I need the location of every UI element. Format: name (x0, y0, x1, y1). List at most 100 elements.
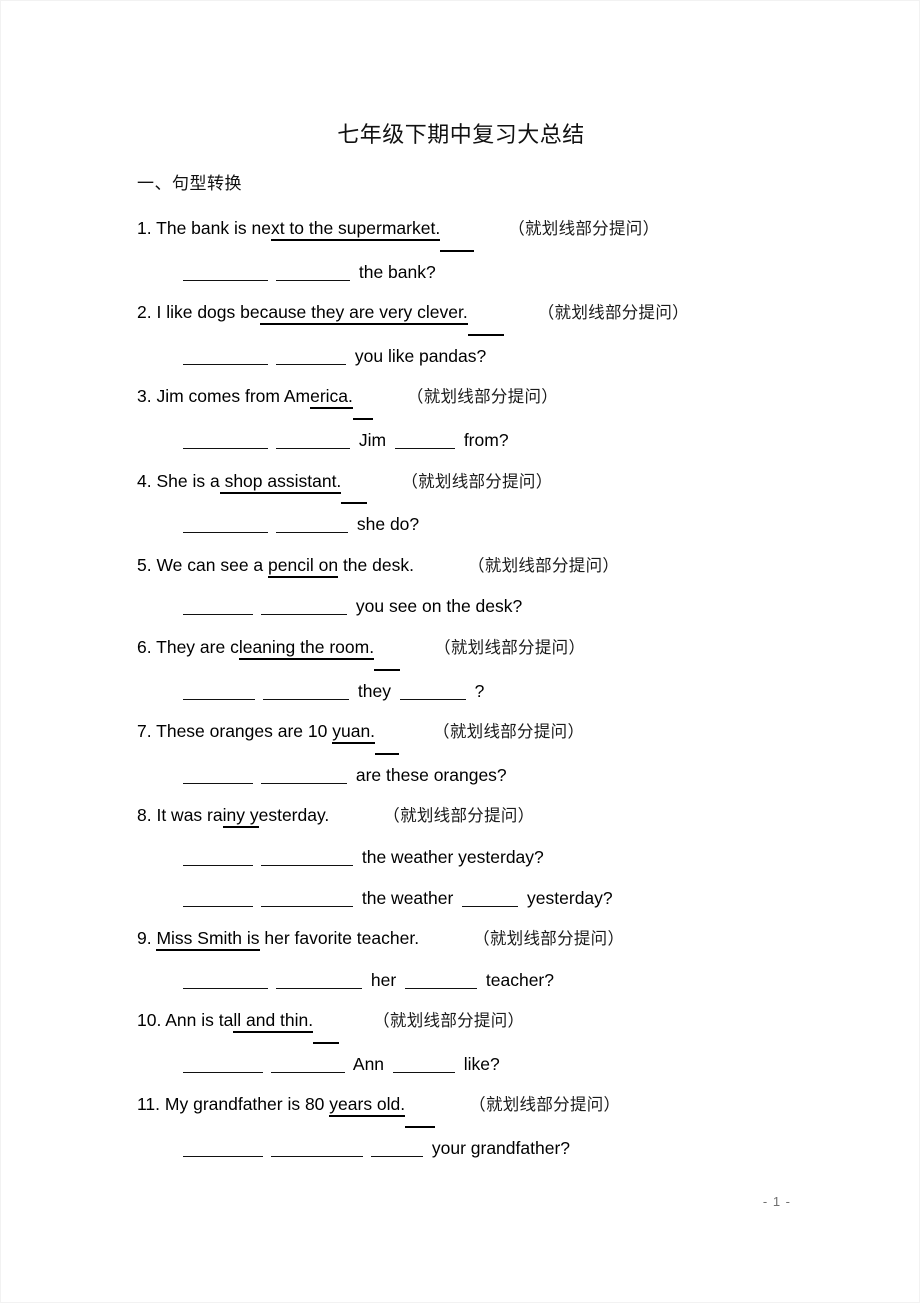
question-number: 3. (137, 386, 157, 407)
answer-blank[interactable] (183, 598, 253, 616)
question-prompt-line: 2. I like dogs because they are very cle… (137, 292, 837, 336)
answer-blank[interactable] (261, 766, 347, 784)
underlined-phrase: Miss Smith is (156, 928, 260, 952)
question-number: 4. (137, 470, 157, 491)
prompt-text-before: They are c (156, 636, 239, 657)
answer-tailtext: ? (469, 680, 485, 701)
answer-blank[interactable] (183, 263, 268, 281)
question-prompt-line: 1. The bank is next to the supermarket. … (137, 208, 837, 252)
question-number: 7. (137, 721, 157, 742)
prompt-text-after: esterday. (258, 805, 330, 826)
underline-tail (405, 1084, 436, 1129)
answer-blank[interactable] (405, 971, 478, 989)
page-number-footer: - 1 - (762, 1194, 791, 1209)
instruction-note: （就划线部分提问） (537, 303, 689, 323)
question-number: 5. (137, 554, 157, 575)
answer-blank[interactable] (183, 848, 253, 866)
answer-blank[interactable] (276, 347, 346, 365)
answer-blank[interactable] (183, 1139, 263, 1158)
answer-blank[interactable] (183, 682, 255, 700)
answer-tailtext: the weather yesterday? (357, 846, 544, 867)
answer-blank[interactable] (261, 848, 353, 866)
answer-tailtext: you see on the desk? (351, 596, 523, 617)
instruction-note: （就划线部分提问） (373, 1011, 525, 1031)
answer-blank[interactable] (399, 682, 466, 700)
question-answer-line: are these oranges? (137, 755, 837, 796)
underlined-phrase: cause they are very clever. (259, 302, 468, 326)
underlined-phrase: iny y (222, 805, 259, 829)
answer-blank[interactable] (261, 889, 353, 907)
question-prompt-line: 3. Jim comes from America. （就划线部分提问） (137, 376, 837, 420)
question-block: 4. She is a shop assistant. （就划线部分提问） sh… (137, 461, 837, 545)
underlined-phrase: erica. (310, 386, 353, 410)
instruction-note: （就划线部分提问） (469, 1095, 621, 1115)
prompt-text-before: The bank is ne (156, 218, 271, 238)
question-answer-line: her teacher? (137, 960, 837, 1001)
question-number: 6. (137, 636, 157, 657)
question-block: 5. We can see a pencil on the desk. （就划线部… (137, 545, 837, 627)
answer-blank[interactable] (183, 971, 268, 989)
prompt-text-before: I like dogs be (156, 302, 260, 323)
question-block: 10. Ann is tall and thin. （就划线部分提问） Ann … (137, 1000, 837, 1084)
answer-blank[interactable] (261, 598, 347, 616)
answer-blank[interactable] (183, 431, 268, 449)
answer-midtext: Ann (349, 1053, 389, 1074)
answer-blank[interactable] (276, 431, 350, 449)
section-heading: 一、句型转换 (137, 174, 242, 194)
answer-blank[interactable] (183, 889, 253, 907)
instruction-note: （就划线部分提问） (433, 722, 585, 742)
question-answer-line: Jim from? (137, 420, 837, 461)
answer-blank[interactable] (183, 1055, 263, 1073)
answer-blank[interactable] (276, 263, 350, 281)
question-number: 2. (137, 302, 157, 323)
instruction-note: （就划线部分提问） (467, 555, 620, 575)
prompt-text-before: My grandfather is 80 (164, 1094, 330, 1115)
question-answer-line: you see on the desk? (137, 586, 837, 627)
answer-tailtext: are these oranges? (351, 764, 507, 785)
answer-midtext: they (353, 680, 396, 701)
answer-blank[interactable] (263, 682, 349, 700)
answer-blank[interactable] (183, 347, 268, 365)
answer-blank[interactable] (183, 766, 253, 784)
question-prompt-line: 6. They are cleaning the room. （就划线部分提问） (137, 627, 837, 671)
underline-tail (440, 208, 475, 252)
prompt-text-before: These oranges are 10 (156, 721, 333, 742)
instruction-note: （就划线部分提问） (401, 471, 553, 491)
question-answer-line: the weather yesterday? (137, 878, 837, 919)
instruction-note: （就划线部分提问） (508, 219, 660, 238)
answer-tailtext: she do? (352, 514, 420, 535)
underline-tail (467, 292, 504, 336)
answer-blank[interactable] (392, 1055, 455, 1073)
question-prompt-line: 4. She is a shop assistant. （就划线部分提问） (137, 461, 837, 505)
question-answer-line: they ? (137, 671, 837, 712)
answer-blank[interactable] (394, 431, 455, 449)
answer-midtext: Jim (354, 429, 391, 450)
answer-blank[interactable] (276, 516, 348, 534)
question-block: 8. It was rainy yesterday. （就划线部分提问） the … (137, 795, 837, 918)
page-title: 七年级下期中复习大总结 (337, 123, 585, 148)
answer-blank[interactable] (183, 516, 268, 534)
question-block: 3. Jim comes from America. （就划线部分提问） Jim… (137, 376, 837, 460)
question-block: 6. They are cleaning the room. （就划线部分提问）… (137, 627, 837, 711)
question-answer-line: Ann like? (137, 1044, 837, 1085)
underline-tail (375, 711, 400, 755)
question-number: 11. (137, 1094, 165, 1115)
underline-tail (313, 1000, 340, 1044)
underlined-phrase: years old. (329, 1094, 406, 1118)
answer-blank[interactable] (462, 889, 519, 907)
answer-blank[interactable] (271, 1055, 345, 1073)
answer-blank[interactable] (276, 971, 362, 989)
answer-blank[interactable] (371, 1139, 423, 1158)
answer-tailtext: your grandfather? (427, 1138, 571, 1159)
underlined-phrase: shop assistant. (219, 470, 342, 494)
prompt-text-before: She is a (156, 470, 220, 491)
question-prompt-line: 5. We can see a pencil on the desk. （就划线部… (137, 545, 837, 587)
answer-blank[interactable] (271, 1139, 363, 1158)
question-number: 9. (137, 928, 157, 949)
underline-tail (341, 461, 368, 505)
question-block: 11. My grandfather is 80 years old. （就划线… (137, 1084, 837, 1168)
prompt-text-after: the desk. (338, 554, 414, 575)
answer-tailtext: the bank? (354, 261, 436, 282)
question-number: 10. (137, 1010, 166, 1031)
instruction-note: （就划线部分提问） (383, 806, 535, 826)
